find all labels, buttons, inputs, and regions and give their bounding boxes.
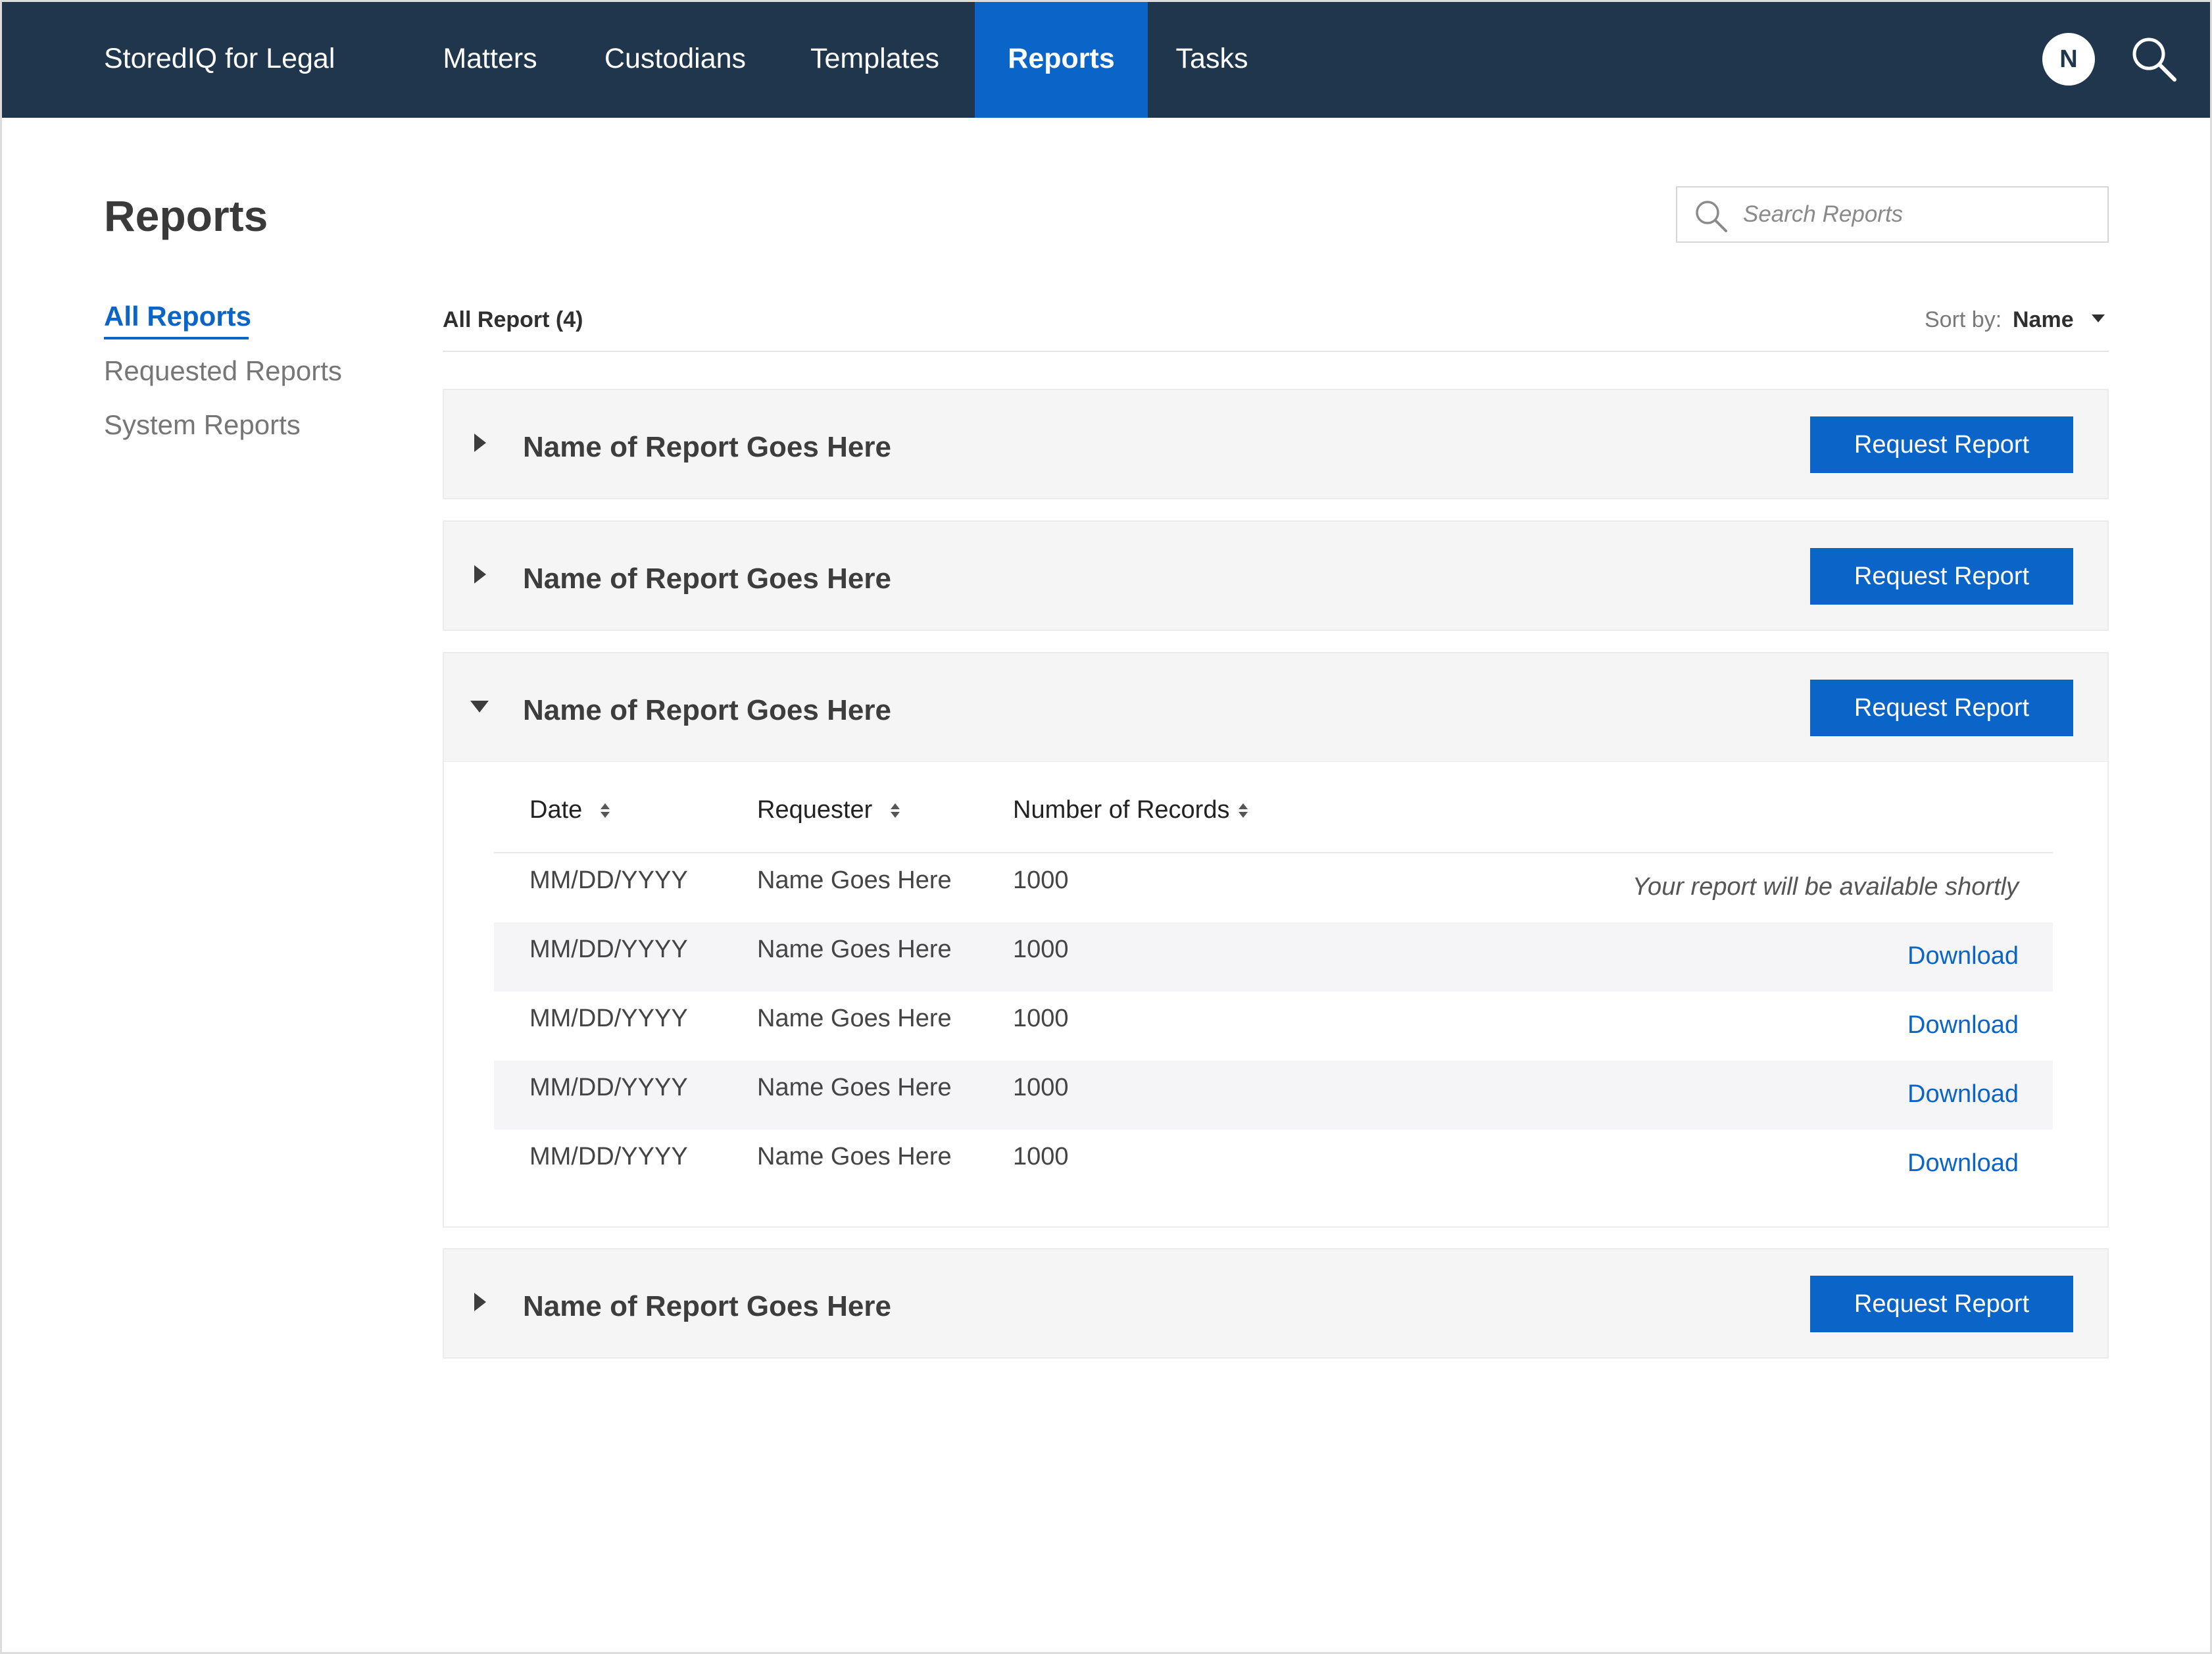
sort-by-label: Sort by:	[1925, 307, 2002, 332]
requester-cell: Name Goes Here	[757, 936, 952, 963]
sort-icon[interactable]	[599, 802, 611, 819]
records-cell: 1000	[1013, 1074, 1069, 1101]
download-link[interactable]: Download	[1907, 1080, 2019, 1109]
caret-down-icon[interactable]	[466, 693, 493, 719]
list-divider	[443, 351, 2109, 352]
date-cell: MM/DD/YYYY	[529, 866, 688, 894]
report-title: Name of Report Goes Here	[523, 1290, 891, 1322]
table-row: MM/DD/YYYY Name Goes Here 1000 Download	[494, 922, 2053, 991]
nav-item-templates[interactable]: Templates	[789, 0, 960, 118]
report-title: Name of Report Goes Here	[523, 694, 891, 726]
caret-right-icon[interactable]	[466, 1289, 493, 1315]
records-cell: 1000	[1013, 1005, 1069, 1032]
app-brand[interactable]: StoredIQ for Legal	[104, 0, 335, 118]
records-cell: 1000	[1013, 936, 1069, 963]
request-report-button[interactable]: Request Report	[1810, 1276, 2073, 1332]
requester-cell: Name Goes Here	[757, 1005, 952, 1032]
table-row: MM/DD/YYYY Name Goes Here 1000 Download	[494, 991, 2053, 1061]
nav-item-matters[interactable]: Matters	[422, 0, 558, 118]
nav-item-tasks[interactable]: Tasks	[1164, 0, 1260, 118]
sidebar-item-all-reports[interactable]: All Reports	[104, 301, 251, 332]
chevron-down-icon[interactable]	[2089, 312, 2107, 325]
download-link[interactable]: Download	[1907, 1149, 2019, 1178]
search-icon	[1696, 201, 1727, 232]
column-header-label: Date	[529, 796, 583, 824]
search-icon[interactable]	[2130, 35, 2178, 84]
search-reports-field[interactable]	[1676, 186, 2109, 243]
report-card[interactable]: Name of Report Goes Here Request Report	[443, 1248, 2109, 1359]
table-row: MM/DD/YYYY Name Goes Here 1000 Download	[494, 1061, 2053, 1130]
sidebar-item-system-reports[interactable]: System Reports	[104, 409, 301, 441]
column-header-number-of-records[interactable]: Number of Records	[1013, 796, 1249, 824]
report-card-expanded[interactable]: Name of Report Goes Here Request Report	[443, 652, 2109, 763]
report-card[interactable]: Name of Report Goes Here Request Report	[443, 389, 2109, 499]
column-header-date[interactable]: Date	[529, 796, 611, 824]
caret-right-icon[interactable]	[466, 561, 493, 588]
table-row: MM/DD/YYYY Name Goes Here 1000 Your repo…	[494, 853, 2053, 922]
active-sidebar-indicator	[104, 337, 249, 339]
date-cell: MM/DD/YYYY	[529, 1143, 688, 1170]
request-report-button[interactable]: Request Report	[1810, 680, 2073, 736]
date-cell: MM/DD/YYYY	[529, 936, 688, 963]
column-header-label: Number of Records	[1013, 796, 1230, 824]
requester-cell: Name Goes Here	[757, 1143, 952, 1170]
records-cell: 1000	[1013, 866, 1069, 894]
column-header-label: Requester	[757, 796, 873, 824]
requester-cell: Name Goes Here	[757, 1074, 952, 1101]
request-report-button[interactable]: Request Report	[1810, 548, 2073, 605]
page-title: Reports	[104, 191, 268, 240]
column-header-requester[interactable]: Requester	[757, 796, 901, 824]
search-reports-input[interactable]	[1743, 188, 2098, 241]
report-card[interactable]: Name of Report Goes Here Request Report	[443, 520, 2109, 631]
records-cell: 1000	[1013, 1143, 1069, 1170]
download-link[interactable]: Download	[1907, 1011, 2019, 1040]
requester-cell: Name Goes Here	[757, 866, 952, 894]
sort-icon[interactable]	[889, 802, 901, 819]
user-avatar[interactable]: N	[2042, 33, 2095, 86]
report-title: Name of Report Goes Here	[523, 431, 891, 463]
report-title: Name of Report Goes Here	[523, 563, 891, 595]
sort-icon[interactable]	[1237, 802, 1249, 819]
nav-item-reports[interactable]: Reports	[975, 0, 1148, 118]
caret-right-icon[interactable]	[466, 430, 493, 456]
date-cell: MM/DD/YYYY	[529, 1005, 688, 1032]
table-row: MM/DD/YYYY Name Goes Here 1000 Download	[494, 1130, 2053, 1199]
sort-dropdown-value[interactable]: Name	[2013, 307, 2074, 333]
sidebar-item-requested-reports[interactable]: Requested Reports	[104, 355, 342, 387]
date-cell: MM/DD/YYYY	[529, 1074, 688, 1101]
request-report-button[interactable]: Request Report	[1810, 416, 2073, 473]
report-count-label: All Report (4)	[443, 307, 583, 332]
top-navigation-bar: StoredIQ for Legal Matters Custodians Te…	[0, 0, 2212, 118]
download-link[interactable]: Download	[1907, 942, 2019, 970]
nav-item-custodians[interactable]: Custodians	[592, 0, 758, 118]
pending-status-note: Your report will be available shortly	[1632, 873, 2019, 901]
